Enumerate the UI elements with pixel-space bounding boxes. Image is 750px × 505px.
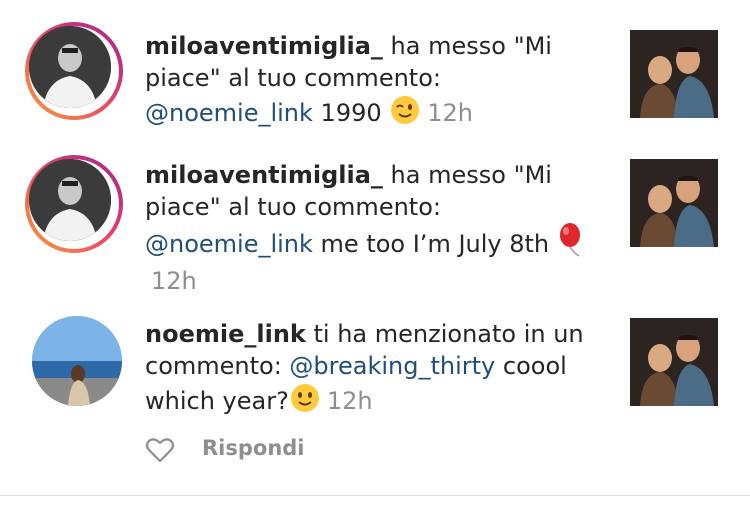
avatar: [29, 26, 111, 108]
notification-text: miloaventimiglia_ ha messo "Mi piace" al…: [145, 159, 595, 297]
winking-face-icon: [389, 94, 421, 134]
comment-text: me too I’m July 8th: [312, 230, 557, 258]
mention-link[interactable]: @noemie_link: [145, 99, 313, 127]
timestamp: 12h: [326, 387, 373, 415]
mention-link[interactable]: @breaking_thirty: [289, 352, 495, 380]
comment-text: 1990: [312, 99, 390, 127]
avatar: [29, 159, 111, 241]
notification-text: noemie_link ti ha menzionato in un comme…: [145, 318, 595, 422]
username[interactable]: noemie_link: [145, 320, 306, 348]
heart-icon[interactable]: [145, 437, 175, 467]
mention-link[interactable]: @noemie_link: [145, 230, 313, 258]
notification-text: miloaventimiglia_ ha messo "Mi piace" al…: [145, 30, 595, 134]
username[interactable]: miloaventimiglia_: [145, 161, 383, 189]
story-avatar[interactable]: [25, 155, 123, 253]
smiling-face-icon: [289, 382, 321, 422]
post-thumbnail[interactable]: [630, 318, 718, 406]
divider: [0, 495, 750, 496]
username[interactable]: miloaventimiglia_: [145, 32, 383, 60]
post-thumbnail[interactable]: [630, 30, 718, 118]
balloon-icon: [557, 223, 587, 265]
reply-button[interactable]: Rispondi: [202, 436, 305, 460]
story-avatar[interactable]: [25, 22, 123, 120]
avatar[interactable]: [32, 316, 122, 406]
timestamp: 12h: [427, 99, 474, 127]
timestamp: 12h: [151, 267, 197, 295]
post-thumbnail[interactable]: [630, 159, 718, 247]
